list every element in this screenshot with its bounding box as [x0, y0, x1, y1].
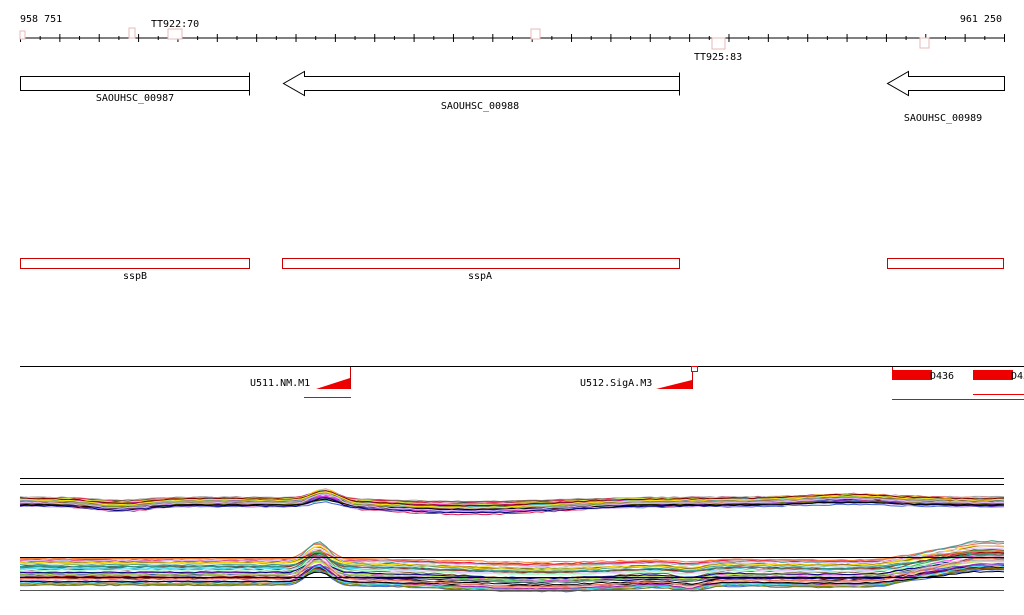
promoter-u512[interactable] — [656, 366, 698, 390]
cds-track — [20, 258, 1004, 269]
terminator-label-tt925[interactable]: TT925:83 — [694, 52, 742, 63]
gene-label-saouhsc-00988: SAOUHSC_00988 — [441, 101, 519, 112]
marker-box[interactable] — [19, 30, 26, 40]
genome-browser-svg: 958 751 961 250 TT922:70 TT925:83 SAOUHS… — [19, 14, 1024, 593]
expression-track-1-lines — [19, 488, 1005, 516]
cds-label-sspb: sspB — [123, 271, 147, 282]
operon-label-u512: U512.SigA.M3 — [580, 378, 652, 389]
expression-track-2-lines — [19, 540, 1005, 593]
marker-box[interactable] — [919, 37, 930, 49]
cds-box-sspb[interactable] — [20, 258, 250, 269]
gene-arrow-saouhsc-00988[interactable] — [282, 70, 680, 97]
terminator-label-tt922[interactable]: TT922:70 — [151, 19, 199, 30]
cds-box-third[interactable] — [887, 258, 1004, 269]
genome-browser-view: 958 751 961 250 TT922:70 TT925:83 SAOUHS… — [0, 0, 1024, 611]
gene-track — [20, 70, 1005, 97]
ruler-start-label: 958 751 — [20, 14, 62, 25]
promoter-u511[interactable] — [304, 367, 351, 398]
marker-box[interactable] — [530, 28, 541, 40]
operon-label-d436: D436 — [930, 371, 954, 382]
operon-label-d43: D43 — [1011, 371, 1024, 382]
gene-arrow-saouhsc-00989[interactable] — [886, 70, 1005, 97]
marker-box[interactable] — [128, 27, 136, 39]
cds-box-sspa[interactable] — [282, 258, 680, 269]
marker-box[interactable] — [711, 37, 726, 50]
expression-track-2 — [19, 540, 1005, 593]
cds-label-sspa: sspA — [468, 271, 492, 282]
gene-label-saouhsc-00987: SAOUHSC_00987 — [96, 93, 174, 104]
marker-box[interactable] — [167, 28, 183, 40]
ruler-end-label: 961 250 — [960, 14, 1002, 25]
gene-label-saouhsc-00989: SAOUHSC_00989 — [904, 113, 982, 124]
operon-label-u511: U511.NM.M1 — [250, 378, 310, 389]
operon-track: U511.NM.M1 U512.SigA.M3 D436 D43 — [20, 366, 1024, 400]
expression-track-1 — [19, 478, 1005, 516]
